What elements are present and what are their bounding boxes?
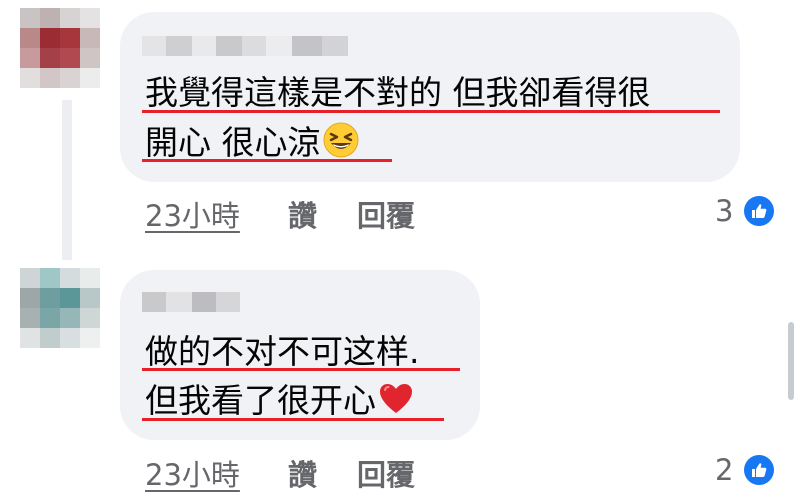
avatar[interactable] [20, 8, 100, 88]
avatar[interactable] [20, 268, 100, 348]
avatar-pixel [80, 308, 100, 328]
avatar-pixel [20, 68, 40, 88]
reaction-count[interactable]: 2 [715, 453, 733, 487]
comment-timestamp[interactable]: 23小時 [145, 452, 240, 494]
reaction-count[interactable]: 3 [715, 194, 733, 228]
avatar-pixel [40, 328, 60, 348]
avatar-pixel [80, 328, 100, 348]
avatar-pixel [40, 288, 60, 308]
commenter-name-blurred[interactable] [142, 36, 348, 56]
comment-text-line-2-text: 但我看了很开心 [145, 381, 376, 420]
avatar-pixel [40, 308, 60, 328]
avatar-pixel [60, 8, 80, 28]
avatar-pixel [60, 268, 80, 288]
red-underline [142, 159, 392, 162]
commenter-name-blurred[interactable] [142, 292, 240, 312]
comment-text-line-2-text: 開心 很心涼 [145, 123, 321, 162]
red-underline [142, 418, 444, 421]
avatar-pixel [80, 268, 100, 288]
avatar-pixel [20, 8, 40, 28]
avatar-pixel [80, 8, 100, 28]
avatar-pixel [80, 68, 100, 88]
scrollbar-thumb[interactable] [788, 322, 794, 400]
avatar-pixel [40, 68, 60, 88]
comment-text-line-1: 做的不对不可这样. [145, 332, 420, 371]
red-underline [142, 368, 460, 371]
avatar-pixel [20, 48, 40, 68]
avatar-pixel [40, 8, 60, 28]
avatar-pixel [20, 328, 40, 348]
comment-timestamp[interactable]: 23小時 [145, 193, 240, 235]
like-button[interactable]: 讚 [288, 452, 317, 494]
avatar-pixel [40, 268, 60, 288]
avatar-pixel [60, 68, 80, 88]
thumbs-up-icon[interactable] [744, 196, 774, 226]
comment-text-line-1: 我覺得這樣是不對的 但我卻看得很 [145, 73, 651, 112]
avatar-pixel [60, 328, 80, 348]
avatar-pixel [20, 28, 40, 48]
avatar-pixel [20, 288, 40, 308]
avatar-pixel [60, 48, 80, 68]
avatar-pixel [60, 288, 80, 308]
red-underline [142, 110, 720, 113]
avatar-pixel [20, 308, 40, 328]
avatar-pixel [80, 288, 100, 308]
avatar-pixel [80, 48, 100, 68]
reply-button[interactable]: 回覆 [357, 193, 415, 235]
avatar-pixel [60, 28, 80, 48]
avatar-pixel [20, 268, 40, 288]
avatar-pixel [40, 48, 60, 68]
like-button[interactable]: 讚 [288, 193, 317, 235]
avatar-pixel [60, 308, 80, 328]
thread-connector-line [62, 100, 72, 260]
avatar-pixel [80, 28, 100, 48]
reply-button[interactable]: 回覆 [357, 452, 415, 494]
thumbs-up-icon[interactable] [744, 455, 774, 485]
avatar-pixel [40, 28, 60, 48]
